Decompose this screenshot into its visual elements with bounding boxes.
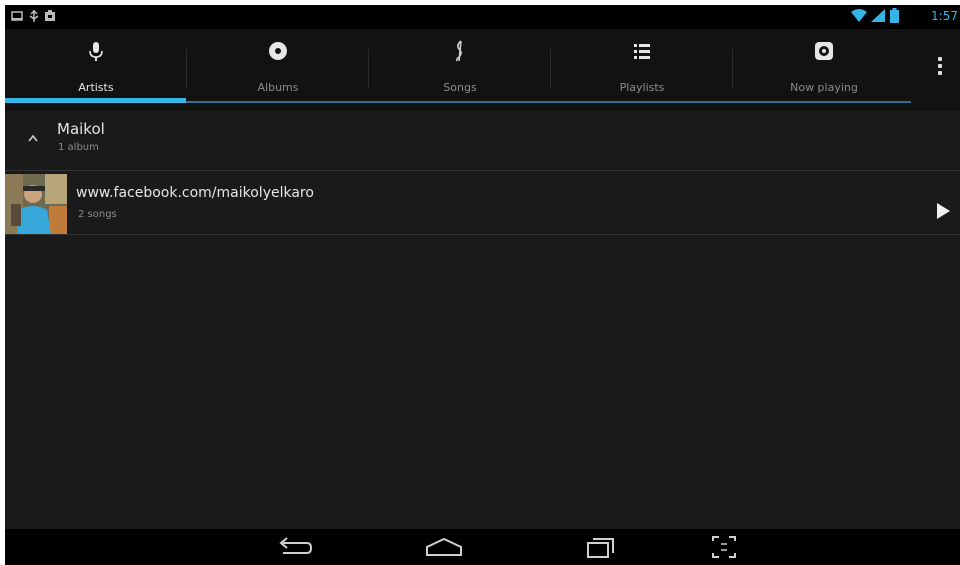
play-icon[interactable]	[935, 202, 951, 220]
active-tab-indicator	[5, 98, 186, 103]
tab-label-now-playing: Now playing	[790, 81, 858, 94]
status-bar: 1:57	[5, 5, 960, 29]
overflow-menu-button[interactable]	[920, 29, 960, 101]
status-clock: 1:57	[931, 9, 958, 23]
home-icon[interactable]	[419, 533, 469, 561]
tab-label-playlists: Playlists	[619, 81, 665, 94]
usb-icon	[29, 10, 39, 22]
music-note-icon	[455, 40, 462, 62]
wifi-icon	[851, 9, 867, 22]
disc-icon	[269, 42, 287, 60]
song-count: 2 songs	[78, 209, 117, 220]
now-playing-icon	[815, 42, 833, 60]
artist-list: Maikol 1 album www.facebook.com/maikolye…	[5, 111, 960, 529]
notification-icon	[45, 10, 55, 21]
tab-songs[interactable]: Songs	[369, 29, 551, 101]
tab-label-songs: Songs	[443, 81, 477, 94]
chevron-up-icon[interactable]	[27, 133, 39, 143]
back-icon[interactable]	[271, 533, 321, 561]
tab-label-artists: Artists	[78, 81, 114, 94]
album-list-item[interactable]: www.facebook.com/maikolyelkaro 2 songs	[5, 174, 960, 234]
artist-group-header[interactable]: Maikol 1 album	[5, 111, 960, 166]
screenshot-icon	[11, 11, 23, 21]
navigation-bar	[5, 529, 960, 565]
tab-now-playing[interactable]: Now playing	[733, 29, 915, 101]
list-icon	[634, 44, 650, 59]
album-count: 1 album	[58, 142, 99, 153]
tab-label-albums: Albums	[257, 81, 299, 94]
tab-artists[interactable]: Artists	[5, 29, 187, 101]
recent-apps-icon[interactable]	[575, 533, 625, 561]
album-art	[5, 174, 67, 234]
microphone-icon	[89, 42, 103, 61]
artist-name: Maikol	[57, 120, 105, 138]
signal-icon	[871, 9, 885, 22]
album-title: www.facebook.com/maikolyelkaro	[76, 185, 314, 201]
divider	[5, 234, 960, 235]
tab-bar: Artists Albums Songs Playlists Now playi…	[5, 29, 960, 111]
tab-playlists[interactable]: Playlists	[551, 29, 733, 101]
tab-albums[interactable]: Albums	[187, 29, 369, 101]
music-app-screen: 1:57 Artists Albums Songs Playlists Now …	[5, 5, 960, 565]
battery-icon	[890, 8, 899, 23]
divider	[5, 170, 960, 171]
screenshot-capture-icon[interactable]	[699, 533, 749, 561]
